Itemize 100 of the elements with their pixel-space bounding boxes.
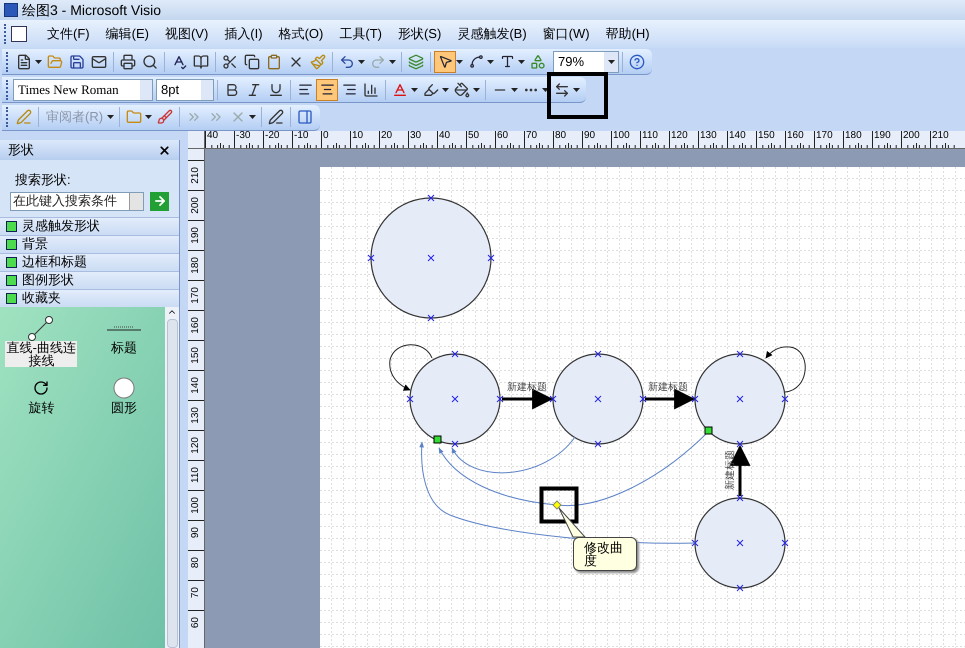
ruler-number: 210	[931, 131, 949, 141]
master-label: 直线-曲线连接线	[5, 340, 78, 366]
ruler-number: 190	[873, 131, 891, 141]
font-size-combo[interactable]: 8pt	[156, 78, 214, 100]
ruler-number: 180	[190, 257, 201, 274]
align-center-button[interactable]	[316, 78, 338, 100]
master-shape[interactable]: 直线-曲线连接线	[0, 314, 82, 366]
connector-line-icon	[27, 314, 56, 340]
tooltip: 修改曲度	[573, 537, 637, 571]
ruler-number: 70	[525, 131, 538, 141]
stencil-name: 背景	[22, 235, 48, 254]
menu-item[interactable]: 格式(O)	[270, 24, 332, 44]
title-line-icon	[106, 324, 141, 332]
document-icon[interactable]	[11, 26, 27, 42]
stencil-tab[interactable]: 边框和标题	[0, 252, 179, 270]
circle-icon	[112, 376, 136, 400]
menu-item[interactable]: 帮助(H)	[598, 24, 658, 44]
stencil-icon	[6, 292, 17, 304]
ruler-number: 70	[190, 587, 201, 598]
menu-item[interactable]: 编辑(E)	[98, 24, 157, 44]
ruler-number: -30	[235, 131, 250, 141]
ruler-number: 170	[815, 131, 833, 141]
connector-label: 新建标题	[648, 382, 688, 393]
master-shape[interactable]: 旋转	[0, 374, 82, 414]
ruler-number: 140	[190, 377, 201, 394]
ruler-number: 100	[190, 497, 201, 514]
stencil-name: 收藏夹	[22, 289, 61, 308]
ruler-number: 10	[351, 131, 364, 141]
ruler-number: 0	[322, 131, 329, 141]
pointer-tool-button[interactable]	[434, 50, 456, 72]
stencil-name: 灵感触发形状	[22, 217, 100, 236]
ruler-number: 50	[467, 131, 480, 141]
ruler-number: 110	[641, 131, 658, 141]
menu-item[interactable]: 视图(V)	[156, 24, 216, 44]
master-shape[interactable]: 圆形	[82, 374, 165, 414]
stencil-name: 图例形状	[22, 271, 74, 290]
connector-icon	[468, 54, 484, 69]
ruler-number: 150	[190, 347, 201, 364]
stencil-tab[interactable]: 背景	[0, 234, 179, 252]
ruler-number: 130	[190, 407, 201, 424]
ruler-number: -20	[264, 131, 280, 141]
menu-item[interactable]: 工具(T)	[331, 24, 390, 44]
connector-label: 新建标题	[507, 382, 547, 393]
menu-item[interactable]: 灵感触发(B)	[449, 24, 535, 44]
ruler-number: 190	[190, 227, 201, 244]
window-title: 绘图3 - Microsoft Visio	[22, 0, 161, 20]
search-go-button[interactable]	[150, 192, 169, 210]
self-loop-arrow	[766, 346, 806, 392]
ruler-number: 120	[190, 437, 201, 454]
ruler-number: 80	[190, 557, 201, 568]
ruler-number: 30	[409, 131, 422, 141]
ruler-number: 20	[380, 131, 392, 141]
master-label: 标题	[110, 340, 138, 354]
menu-item[interactable]: 插入(I)	[216, 24, 271, 44]
search-field[interactable]: 在此键入搜索条件	[10, 192, 144, 210]
menu-item[interactable]: 形状(S)	[390, 24, 450, 44]
highlight-frame	[547, 72, 608, 119]
stencil-tab[interactable]: 图例形状	[0, 270, 179, 288]
ruler-number: 170	[190, 287, 201, 304]
ruler-number: 60	[496, 131, 508, 141]
glue-point-icon	[434, 436, 442, 444]
ruler-number: -10	[293, 131, 308, 141]
panel-title: 形状	[8, 141, 34, 160]
stencil-icon	[6, 274, 17, 286]
ruler-number: 200	[190, 197, 201, 214]
ruler-number: 100	[612, 131, 630, 141]
highlight-frame	[540, 486, 578, 524]
dropdown-caret-icon	[608, 60, 614, 64]
font-combo[interactable]: Times New Roman	[13, 78, 153, 100]
master-label: 圆形	[110, 400, 138, 414]
ruler-number: 150	[757, 131, 775, 141]
zoom-combo[interactable]: 79%	[553, 50, 619, 72]
ruler-number: 200	[902, 131, 920, 141]
ruler-number: 110	[190, 467, 201, 483]
align-center-icon	[320, 82, 334, 97]
ruler-number: 210	[190, 167, 201, 184]
stencil-tab[interactable]: 收藏夹	[0, 288, 179, 306]
stencil-icon	[6, 256, 17, 268]
glue-point-icon	[704, 426, 712, 434]
master-label: 旋转	[27, 400, 56, 414]
ruler-number: 130	[699, 131, 717, 141]
ruler-number: 90	[583, 131, 596, 141]
text-icon	[500, 54, 514, 69]
connector-label: 新建标题	[725, 450, 736, 490]
self-loop-arrow	[389, 344, 432, 391]
stencil-tab[interactable]: 灵感触发形状	[0, 216, 179, 234]
ruler-number: 160	[786, 131, 804, 141]
scrollbar[interactable]	[165, 306, 179, 648]
menu-item[interactable]: 窗口(W)	[534, 24, 598, 44]
ruler-number: 90	[190, 527, 201, 538]
close-icon[interactable]	[158, 144, 171, 156]
ruler-number: 60	[190, 617, 201, 628]
ruler-number: 140	[728, 131, 746, 141]
ruler-number: 180	[844, 131, 862, 141]
rotate-icon	[33, 380, 50, 396]
align-right-icon	[342, 82, 356, 97]
master-shape[interactable]: 标题	[82, 314, 165, 366]
menu-item[interactable]: 文件(F)	[39, 24, 98, 44]
tooltip-pointer-icon	[558, 507, 586, 538]
search-label: 搜索形状:	[15, 171, 71, 189]
